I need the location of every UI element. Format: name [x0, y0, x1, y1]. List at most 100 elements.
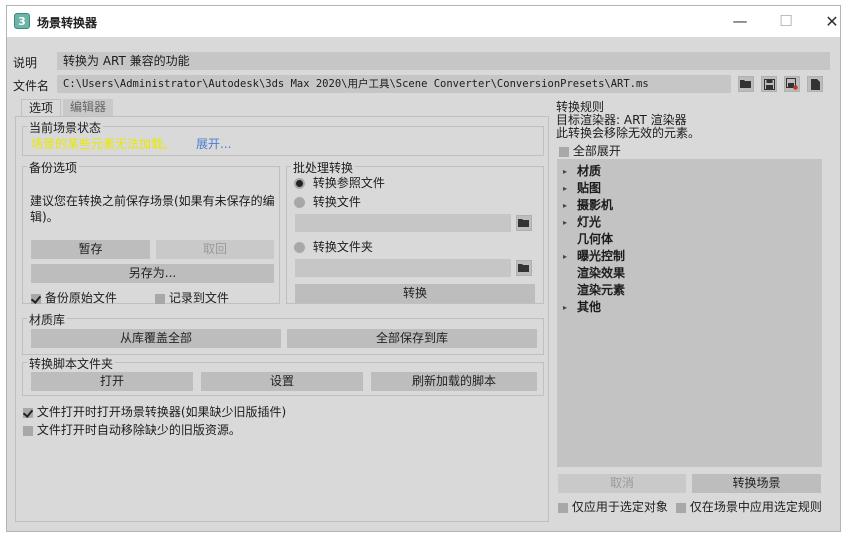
expand-arrow-icon[interactable]: ▸	[563, 163, 577, 180]
expand-all-checkbox[interactable]	[559, 146, 569, 157]
backup-original-checkbox[interactable]	[31, 293, 41, 304]
log-to-file-option[interactable]: 记录到文件	[155, 289, 229, 306]
rule-tree-item[interactable]: ▸ 材质	[563, 163, 625, 180]
save-all-to-library-button[interactable]: 全部保存到库	[287, 329, 537, 348]
radio-reference-files[interactable]	[294, 178, 305, 189]
window-title: 场景转换器	[37, 16, 98, 30]
log-to-file-checkbox[interactable]	[155, 293, 165, 304]
radio-convert-folder[interactable]	[294, 242, 305, 253]
apply-selected-objects-checkbox[interactable]	[558, 502, 568, 513]
log-to-file-label: 记录到文件	[168, 291, 229, 305]
folder-open-icon[interactable]	[738, 76, 754, 92]
setup-script-folder-button[interactable]: 设置	[201, 372, 363, 391]
expand-all-label: 全部展开	[572, 144, 621, 158]
expand-arrow-icon[interactable]: ▸	[563, 214, 577, 231]
batch-option-folder[interactable]: 转换文件夹	[294, 238, 373, 255]
backup-options-group: 备份选项 建议您在转换之前保存场景(如果有未保存的编辑)。 暂存 取回 另存为.…	[22, 159, 280, 306]
browse-file-icon[interactable]	[516, 215, 532, 231]
expand-all-option[interactable]: 全部展开	[559, 142, 621, 159]
description-field: 转换为 ART 兼容的功能	[57, 52, 830, 70]
rule-tree-item[interactable]: ▸ 曝光控制	[563, 248, 625, 265]
browse-folder-icon[interactable]	[516, 260, 532, 276]
auto-remove-legacy-checkbox[interactable]	[23, 425, 33, 436]
scene-state-expand-link[interactable]: 展开...	[196, 135, 231, 152]
expand-arrow-icon[interactable]: ▸	[563, 299, 577, 316]
scene-converter-window: 3 场景转换器 — ☐ ✕ 说明 转换为 ART 兼容的功能 文件名 C:\Us…	[6, 5, 841, 532]
open-script-folder-button[interactable]: 打开	[31, 372, 193, 391]
rule-tree-item-label: 几何体	[577, 232, 614, 246]
script-folder-group: 转换脚本文件夹 打开 设置 刷新加载的脚本	[22, 355, 544, 396]
rule-tree-item[interactable]: ▸ 贴图	[563, 180, 625, 197]
overwrite-from-library-button[interactable]: 从库覆盖全部	[31, 329, 281, 348]
rule-tree-item[interactable]: ▸ 摄影机	[563, 197, 625, 214]
title-bar[interactable]: 3 场景转换器 — ☐ ✕	[7, 6, 840, 37]
expand-arrow-icon[interactable]: ▸	[563, 197, 577, 214]
rule-tree-item-label: 灯光	[577, 215, 602, 229]
maximize-button[interactable]: ☐	[763, 6, 809, 37]
scene-state-group: 当前场景状态 场景的某些元素无法加载。 展开...	[22, 119, 544, 156]
batch-option-file-label: 转换文件	[312, 195, 361, 209]
script-folder-title: 转换脚本文件夹	[27, 355, 116, 372]
new-file-icon[interactable]	[807, 76, 823, 92]
cancel-button[interactable]: 取消	[558, 474, 686, 493]
auto-remove-legacy-option[interactable]: 文件打开时自动移除缺少的旧版资源。	[23, 421, 241, 438]
filename-label: 文件名	[13, 79, 50, 93]
app-icon: 3	[14, 13, 30, 29]
rule-tree-item-label: 曝光控制	[577, 249, 626, 263]
rules-remove-line: 此转换会移除无效的元素。	[556, 126, 701, 140]
batch-file-path-field[interactable]	[295, 214, 511, 232]
batch-folder-path-field[interactable]	[295, 259, 511, 277]
scene-state-warning: 场景的某些元素无法加载。	[31, 137, 176, 151]
rule-tree-item[interactable]: 渲染效果	[563, 265, 625, 282]
fetch-button[interactable]: 取回	[156, 240, 274, 259]
rule-tree-item-label: 渲染元素	[577, 283, 626, 297]
save-as-icon[interactable]	[784, 76, 800, 92]
rule-tree-item-label: 贴图	[577, 181, 602, 195]
material-library-group: 材质库 从库覆盖全部 全部保存到库	[22, 311, 544, 355]
rule-tree-item[interactable]: 几何体	[563, 231, 625, 248]
apply-selected-rules-label: 仅在场景中应用选定规则	[689, 500, 822, 514]
close-button[interactable]: ✕	[809, 6, 847, 37]
rule-tree-item[interactable]: 渲染元素	[563, 282, 625, 299]
description-label: 说明	[13, 56, 38, 70]
batch-option-reference[interactable]: 转换参照文件	[294, 174, 385, 191]
filename-field[interactable]: C:\Users\Administrator\Autodesk\3ds Max …	[57, 75, 731, 93]
backup-message: 建议您在转换之前保存场景(如果有未保存的编辑)。	[30, 194, 275, 224]
radio-convert-file[interactable]	[294, 197, 305, 208]
apply-selected-rules-checkbox[interactable]	[676, 502, 686, 513]
apply-selected-objects-option[interactable]: 仅应用于选定对象	[558, 498, 668, 515]
rule-tree-item-label: 渲染效果	[577, 266, 626, 280]
save-icon[interactable]	[761, 76, 777, 92]
batch-option-file[interactable]: 转换文件	[294, 193, 361, 210]
apply-selected-rules-option[interactable]: 仅在场景中应用选定规则	[676, 498, 822, 515]
apply-selected-objects-label: 仅应用于选定对象	[571, 500, 668, 514]
rule-tree-item-label: 材质	[577, 164, 602, 178]
batch-option-reference-label: 转换参照文件	[312, 176, 385, 190]
tab-editor[interactable]: 编辑器	[63, 99, 114, 116]
rule-tree-item-label: 其他	[577, 300, 602, 314]
convert-scene-button[interactable]: 转换场景	[692, 474, 821, 493]
reload-scripts-button[interactable]: 刷新加载的脚本	[371, 372, 537, 391]
backup-options-title: 备份选项	[27, 159, 80, 176]
save-as-button[interactable]: 另存为...	[31, 264, 274, 283]
minimize-button[interactable]: —	[717, 6, 763, 37]
rule-tree-item[interactable]: ▸ 灯光	[563, 214, 625, 231]
auto-remove-legacy-label: 文件打开时自动移除缺少的旧版资源。	[36, 423, 241, 437]
rules-tree[interactable]: ▸ 材质 ▸ 贴图 ▸ 摄影机 ▸ 灯光 几何体 ▸ 曝光控制 渲染效果 渲染元素 ▸ 其他	[557, 159, 822, 467]
open-on-file-open-checkbox[interactable]	[23, 407, 33, 418]
backup-original-label: 备份原始文件	[44, 291, 117, 305]
expand-arrow-icon[interactable]: ▸	[563, 248, 577, 265]
batch-convert-button[interactable]: 转换	[295, 284, 535, 303]
batch-convert-group: 批处理转换 转换参照文件 转换文件 转换文件夹 转换	[286, 159, 544, 304]
hold-button[interactable]: 暂存	[31, 240, 150, 259]
rules-tree-list: ▸ 材质 ▸ 贴图 ▸ 摄影机 ▸ 灯光 几何体 ▸ 曝光控制 渲染效果 渲染元素 ▸ 其他	[563, 163, 625, 316]
material-library-title: 材质库	[27, 311, 68, 328]
tab-options[interactable]: 选项	[21, 99, 62, 116]
rule-tree-item-label: 摄影机	[577, 198, 614, 212]
scene-state-title: 当前场景状态	[27, 119, 104, 136]
open-on-file-open-label: 文件打开时打开场景转换器(如果缺少旧版插件)	[36, 405, 287, 419]
backup-original-option[interactable]: 备份原始文件	[31, 289, 117, 306]
open-on-file-open-option[interactable]: 文件打开时打开场景转换器(如果缺少旧版插件)	[23, 403, 286, 420]
rule-tree-item[interactable]: ▸ 其他	[563, 299, 625, 316]
expand-arrow-icon[interactable]: ▸	[563, 180, 577, 197]
